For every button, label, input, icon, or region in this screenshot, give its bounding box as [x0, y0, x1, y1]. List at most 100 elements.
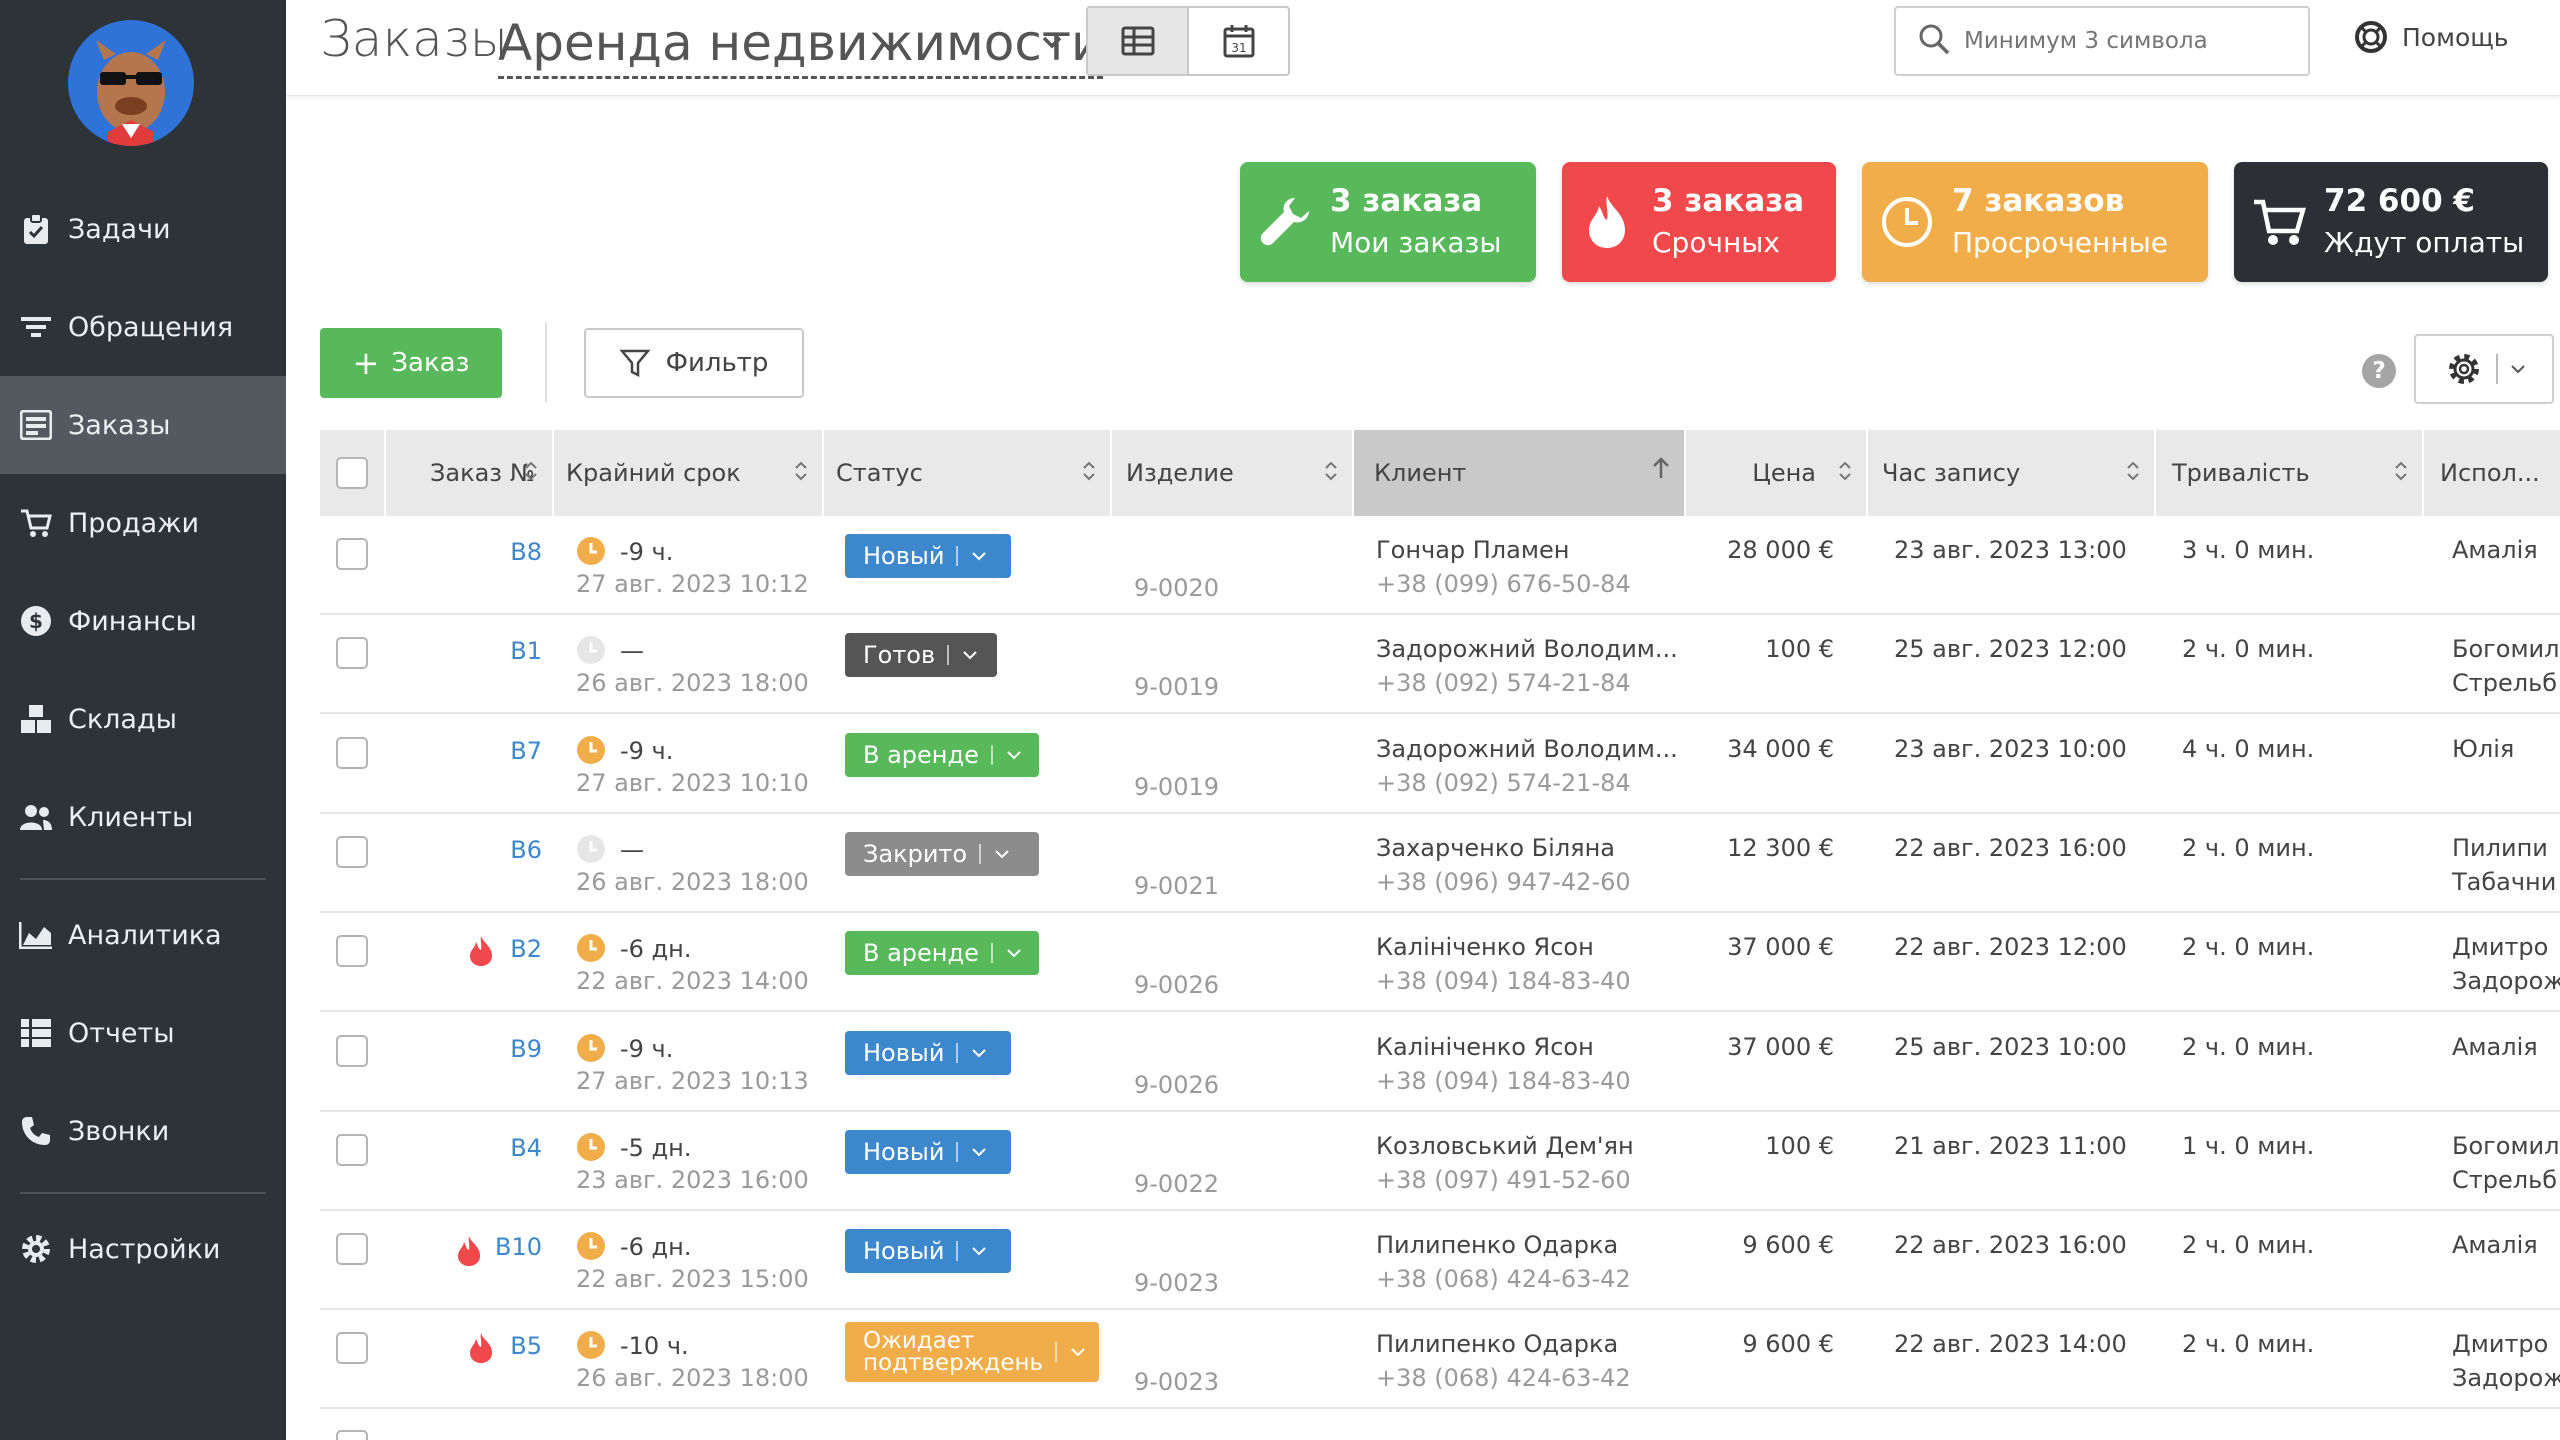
sidebar-item-label: Звонки: [68, 1115, 170, 1147]
sidebar-item-calls[interactable]: Звонки: [0, 1082, 286, 1180]
sort-icon: [2126, 460, 2140, 488]
status-dropdown[interactable]: Закрито: [845, 832, 1039, 876]
sort-icon: [1324, 460, 1338, 488]
column-header-price[interactable]: Цена: [1686, 430, 1866, 516]
status-dropdown[interactable]: В аренде: [845, 733, 1039, 777]
select-all-checkbox[interactable]: [336, 457, 368, 489]
client-phone[interactable]: +38 (099) 676-50-84: [1376, 570, 1631, 598]
deadline-date: 26 авг. 2023 18:00: [576, 669, 809, 697]
column-header-duration[interactable]: Тривалість: [2156, 430, 2422, 516]
client-phone[interactable]: +38 (097) 491-52-60: [1376, 1166, 1631, 1194]
table-row[interactable]: B2 -6 дн. 22 авг. 2023 14:00 В аренде 9-…: [320, 913, 2560, 1012]
search-box: [1894, 6, 2310, 76]
column-header-status[interactable]: Статус: [824, 430, 1110, 516]
order-link[interactable]: B7: [320, 737, 542, 765]
client-name[interactable]: Захарченко Біляна: [1376, 834, 1615, 862]
table-row[interactable]: B9 -9 ч. 27 авг. 2023 10:13 Новый 9-0026…: [320, 1013, 2560, 1112]
client-name[interactable]: Задорожний Володим...: [1376, 635, 1678, 663]
card-awaiting-payment[interactable]: 72 600 € Ждут оплаты: [2234, 162, 2548, 282]
sidebar-item-clients[interactable]: Клиенты: [0, 768, 286, 866]
item-code: 9-0019: [1134, 773, 1220, 801]
order-link[interactable]: B9: [320, 1035, 542, 1063]
status-dropdown[interactable]: Ожидает подтверждень: [845, 1322, 1099, 1382]
executor: Дмитро: [2452, 933, 2549, 961]
card-overdue[interactable]: 7 заказов Просроченные: [1862, 162, 2208, 282]
client-phone[interactable]: +38 (096) 947-42-60: [1376, 868, 1631, 896]
client-name[interactable]: Калініченко Ясон: [1376, 933, 1594, 961]
card-my-orders[interactable]: 3 заказа Мои заказы: [1240, 162, 1536, 282]
table-row[interactable]: B7 -9 ч. 27 авг. 2023 10:10 В аренде 9-0…: [320, 715, 2560, 814]
sidebar-item-sales[interactable]: Продажи: [0, 474, 286, 572]
sidebar-item-analytics[interactable]: Аналитика: [0, 886, 286, 984]
sidebar-item-orders[interactable]: Заказы: [0, 376, 286, 474]
card-count: 3 заказа: [1330, 183, 1483, 219]
clock-overdue-icon: [576, 1033, 606, 1069]
add-order-button[interactable]: + Заказ: [320, 328, 502, 398]
avatar[interactable]: [68, 20, 194, 146]
column-header-order-no[interactable]: Заказ №: [384, 430, 552, 516]
search-input[interactable]: [1964, 28, 2284, 54]
column-header-item[interactable]: Изделие: [1112, 430, 1352, 516]
card-urgent[interactable]: 3 заказа Срочных: [1562, 162, 1836, 282]
calendar-view-button[interactable]: 31: [1189, 8, 1288, 74]
table-row[interactable]: B1 — 26 авг. 2023 18:00 Готов 9-0019 Зад…: [320, 615, 2560, 714]
table-row[interactable]: B10 -6 дн. 22 авг. 2023 15:00 Новый 9-00…: [320, 1211, 2560, 1310]
table-row[interactable]: B8 -9 ч. 27 авг. 2023 10:12 Новый 9-0020…: [320, 516, 2560, 615]
sidebar-item-warehouses[interactable]: Склады: [0, 670, 286, 768]
table-row[interactable]: B5 -10 ч. 26 авг. 2023 18:00 Ожидает под…: [320, 1310, 2560, 1409]
column-header-executor[interactable]: Испол...: [2424, 430, 2560, 516]
status-label: Готов: [863, 641, 936, 669]
client-phone[interactable]: +38 (092) 574-21-84: [1376, 669, 1631, 697]
status-dropdown[interactable]: Новый: [845, 1130, 1011, 1174]
help-link[interactable]: Помощь: [2354, 20, 2509, 54]
table-icon: [18, 1015, 54, 1051]
column-header-client[interactable]: Клиент: [1354, 430, 1684, 516]
price: 9 600 €: [1742, 1330, 1834, 1358]
sidebar-item-requests[interactable]: Обращения: [0, 278, 286, 376]
order-link[interactable]: B4: [320, 1134, 542, 1162]
client-phone[interactable]: +38 (094) 184-83-40: [1376, 967, 1631, 995]
order-link[interactable]: B6: [320, 836, 542, 864]
client-phone[interactable]: +38 (094) 184-83-40: [1376, 1067, 1631, 1095]
clock-overdue-icon: [576, 1330, 606, 1366]
table-settings-button[interactable]: [2414, 334, 2554, 404]
table-view-button[interactable]: [1088, 8, 1189, 74]
chevron-down-icon[interactable]: [1038, 28, 1066, 56]
order-link[interactable]: B2: [320, 935, 542, 963]
table-row[interactable]: B6 — 26 авг. 2023 18:00 Закрито 9-0021 З…: [320, 814, 2560, 913]
table-row[interactable]: B4 -5 дн. 23 авг. 2023 16:00 Новый 9-002…: [320, 1112, 2560, 1211]
client-phone[interactable]: +38 (068) 424-63-42: [1376, 1364, 1631, 1392]
sidebar-item-reports[interactable]: Отчеты: [0, 984, 286, 1082]
status-dropdown[interactable]: В аренде: [845, 931, 1039, 975]
order-link[interactable]: B5: [320, 1332, 542, 1360]
sidebar-item-tasks[interactable]: Задачи: [0, 180, 286, 278]
sidebar-item-finance[interactable]: $ Финансы: [0, 572, 286, 670]
order-link[interactable]: B8: [320, 538, 542, 566]
client-name[interactable]: Гончар Пламен: [1376, 536, 1569, 564]
deadline-date: 22 авг. 2023 14:00: [576, 967, 809, 995]
executor-2: Стрельб: [2452, 1166, 2558, 1194]
client-name[interactable]: Козловський Дем'ян: [1376, 1132, 1634, 1160]
sidebar-item-settings[interactable]: Настройки: [0, 1200, 286, 1298]
status-dropdown[interactable]: Новый: [845, 534, 1011, 578]
order-link[interactable]: B10: [320, 1233, 542, 1261]
filter-button[interactable]: Фильтр: [584, 328, 804, 398]
item-code: 9-0019: [1134, 673, 1220, 701]
help-icon[interactable]: ?: [2362, 354, 2396, 388]
client-name[interactable]: Пилипенко Одарка: [1376, 1330, 1618, 1358]
client-phone[interactable]: +38 (068) 424-63-42: [1376, 1265, 1631, 1293]
client-name[interactable]: Задорожний Володим...: [1376, 735, 1678, 763]
column-header-deadline[interactable]: Крайний срок: [554, 430, 822, 516]
sidebar-item-label: Отчеты: [68, 1017, 175, 1049]
client-phone[interactable]: +38 (092) 574-21-84: [1376, 769, 1631, 797]
status-dropdown[interactable]: Новый: [845, 1229, 1011, 1273]
executor: Амалія: [2452, 1033, 2538, 1061]
category-selector[interactable]: Аренда недвижимости: [498, 10, 1104, 79]
client-name[interactable]: Пилипенко Одарка: [1376, 1231, 1618, 1259]
column-header-booking-time[interactable]: Час запису: [1868, 430, 2154, 516]
status-dropdown[interactable]: Новый: [845, 1031, 1011, 1075]
order-link[interactable]: B1: [320, 637, 542, 665]
row-checkbox[interactable]: [336, 1430, 368, 1440]
client-name[interactable]: Калініченко Ясон: [1376, 1033, 1594, 1061]
status-dropdown[interactable]: Готов: [845, 633, 997, 677]
